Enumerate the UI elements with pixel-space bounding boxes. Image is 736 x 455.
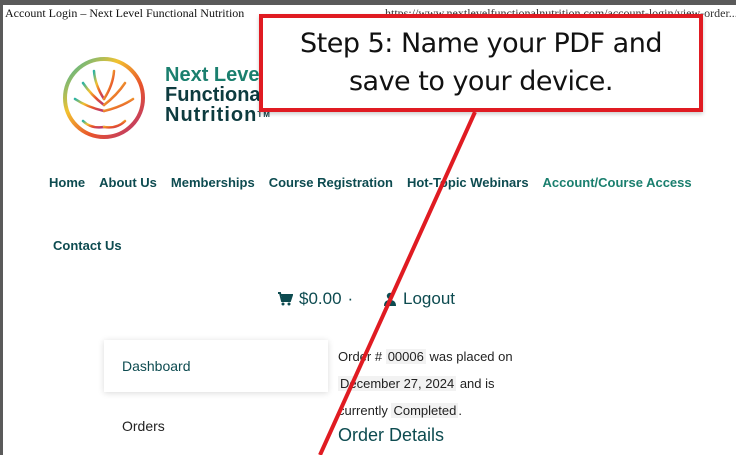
order-and-is-text: and is bbox=[459, 376, 495, 391]
order-status: Completed bbox=[391, 403, 459, 418]
print-header-title: Account Login – Next Level Functional Nu… bbox=[5, 6, 245, 20]
order-details-heading: Order Details bbox=[338, 425, 445, 445]
nav-item-about-us[interactable]: About Us bbox=[99, 175, 157, 190]
nav-item-memberships[interactable]: Memberships bbox=[171, 175, 255, 190]
callout-line-1: Step 5: Name your PDF and bbox=[300, 28, 662, 59]
order-placed-text: was placed on bbox=[429, 349, 513, 364]
shopping-cart-icon bbox=[278, 292, 293, 306]
nav-item-hot-topic-webinars[interactable]: Hot-Topic Webinars bbox=[407, 175, 529, 190]
cart-separator: · bbox=[347, 289, 354, 308]
tree-logo-icon[interactable] bbox=[61, 55, 147, 141]
brand-line-1: Next Level bbox=[165, 64, 266, 86]
cart-link[interactable]: $0.00 · bbox=[277, 289, 353, 309]
callout-line-2: save to your device. bbox=[348, 66, 614, 97]
order-date: December 27, 2024 bbox=[338, 376, 457, 391]
sidebar-item-dashboard[interactable]: Dashboard bbox=[104, 340, 328, 392]
order-currently-text: currently bbox=[338, 403, 388, 418]
nav-item-home[interactable]: Home bbox=[49, 175, 85, 190]
cart-total: $0.00 bbox=[299, 289, 342, 308]
sidebar-item-orders[interactable]: Orders bbox=[104, 400, 328, 452]
order-period: . bbox=[458, 403, 462, 418]
brand-line-3: NutritionTM bbox=[165, 104, 271, 126]
nav-item-contact-us[interactable]: Contact Us bbox=[53, 238, 122, 253]
order-status-message: Order # 00006 was placed on December 27,… bbox=[338, 343, 538, 424]
nav-item-account-course-access[interactable]: Account/Course Access bbox=[543, 175, 692, 190]
logout-link[interactable]: Logout bbox=[383, 289, 455, 309]
user-icon bbox=[384, 292, 396, 306]
order-prefix: Order # bbox=[338, 349, 383, 364]
brand-wordmark[interactable]: Next Level Functional NutritionTM bbox=[165, 65, 271, 125]
logout-label: Logout bbox=[403, 289, 455, 308]
order-number: 00006 bbox=[385, 349, 426, 364]
account-sidebar: Dashboard Orders bbox=[104, 340, 328, 452]
main-nav: Home About Us Memberships Course Registr… bbox=[49, 175, 692, 190]
nav-item-course-registration[interactable]: Course Registration bbox=[269, 175, 393, 190]
brand-line-2: Functional bbox=[165, 84, 267, 106]
instruction-callout: Step 5: Name your PDF and save to your d… bbox=[259, 14, 703, 112]
